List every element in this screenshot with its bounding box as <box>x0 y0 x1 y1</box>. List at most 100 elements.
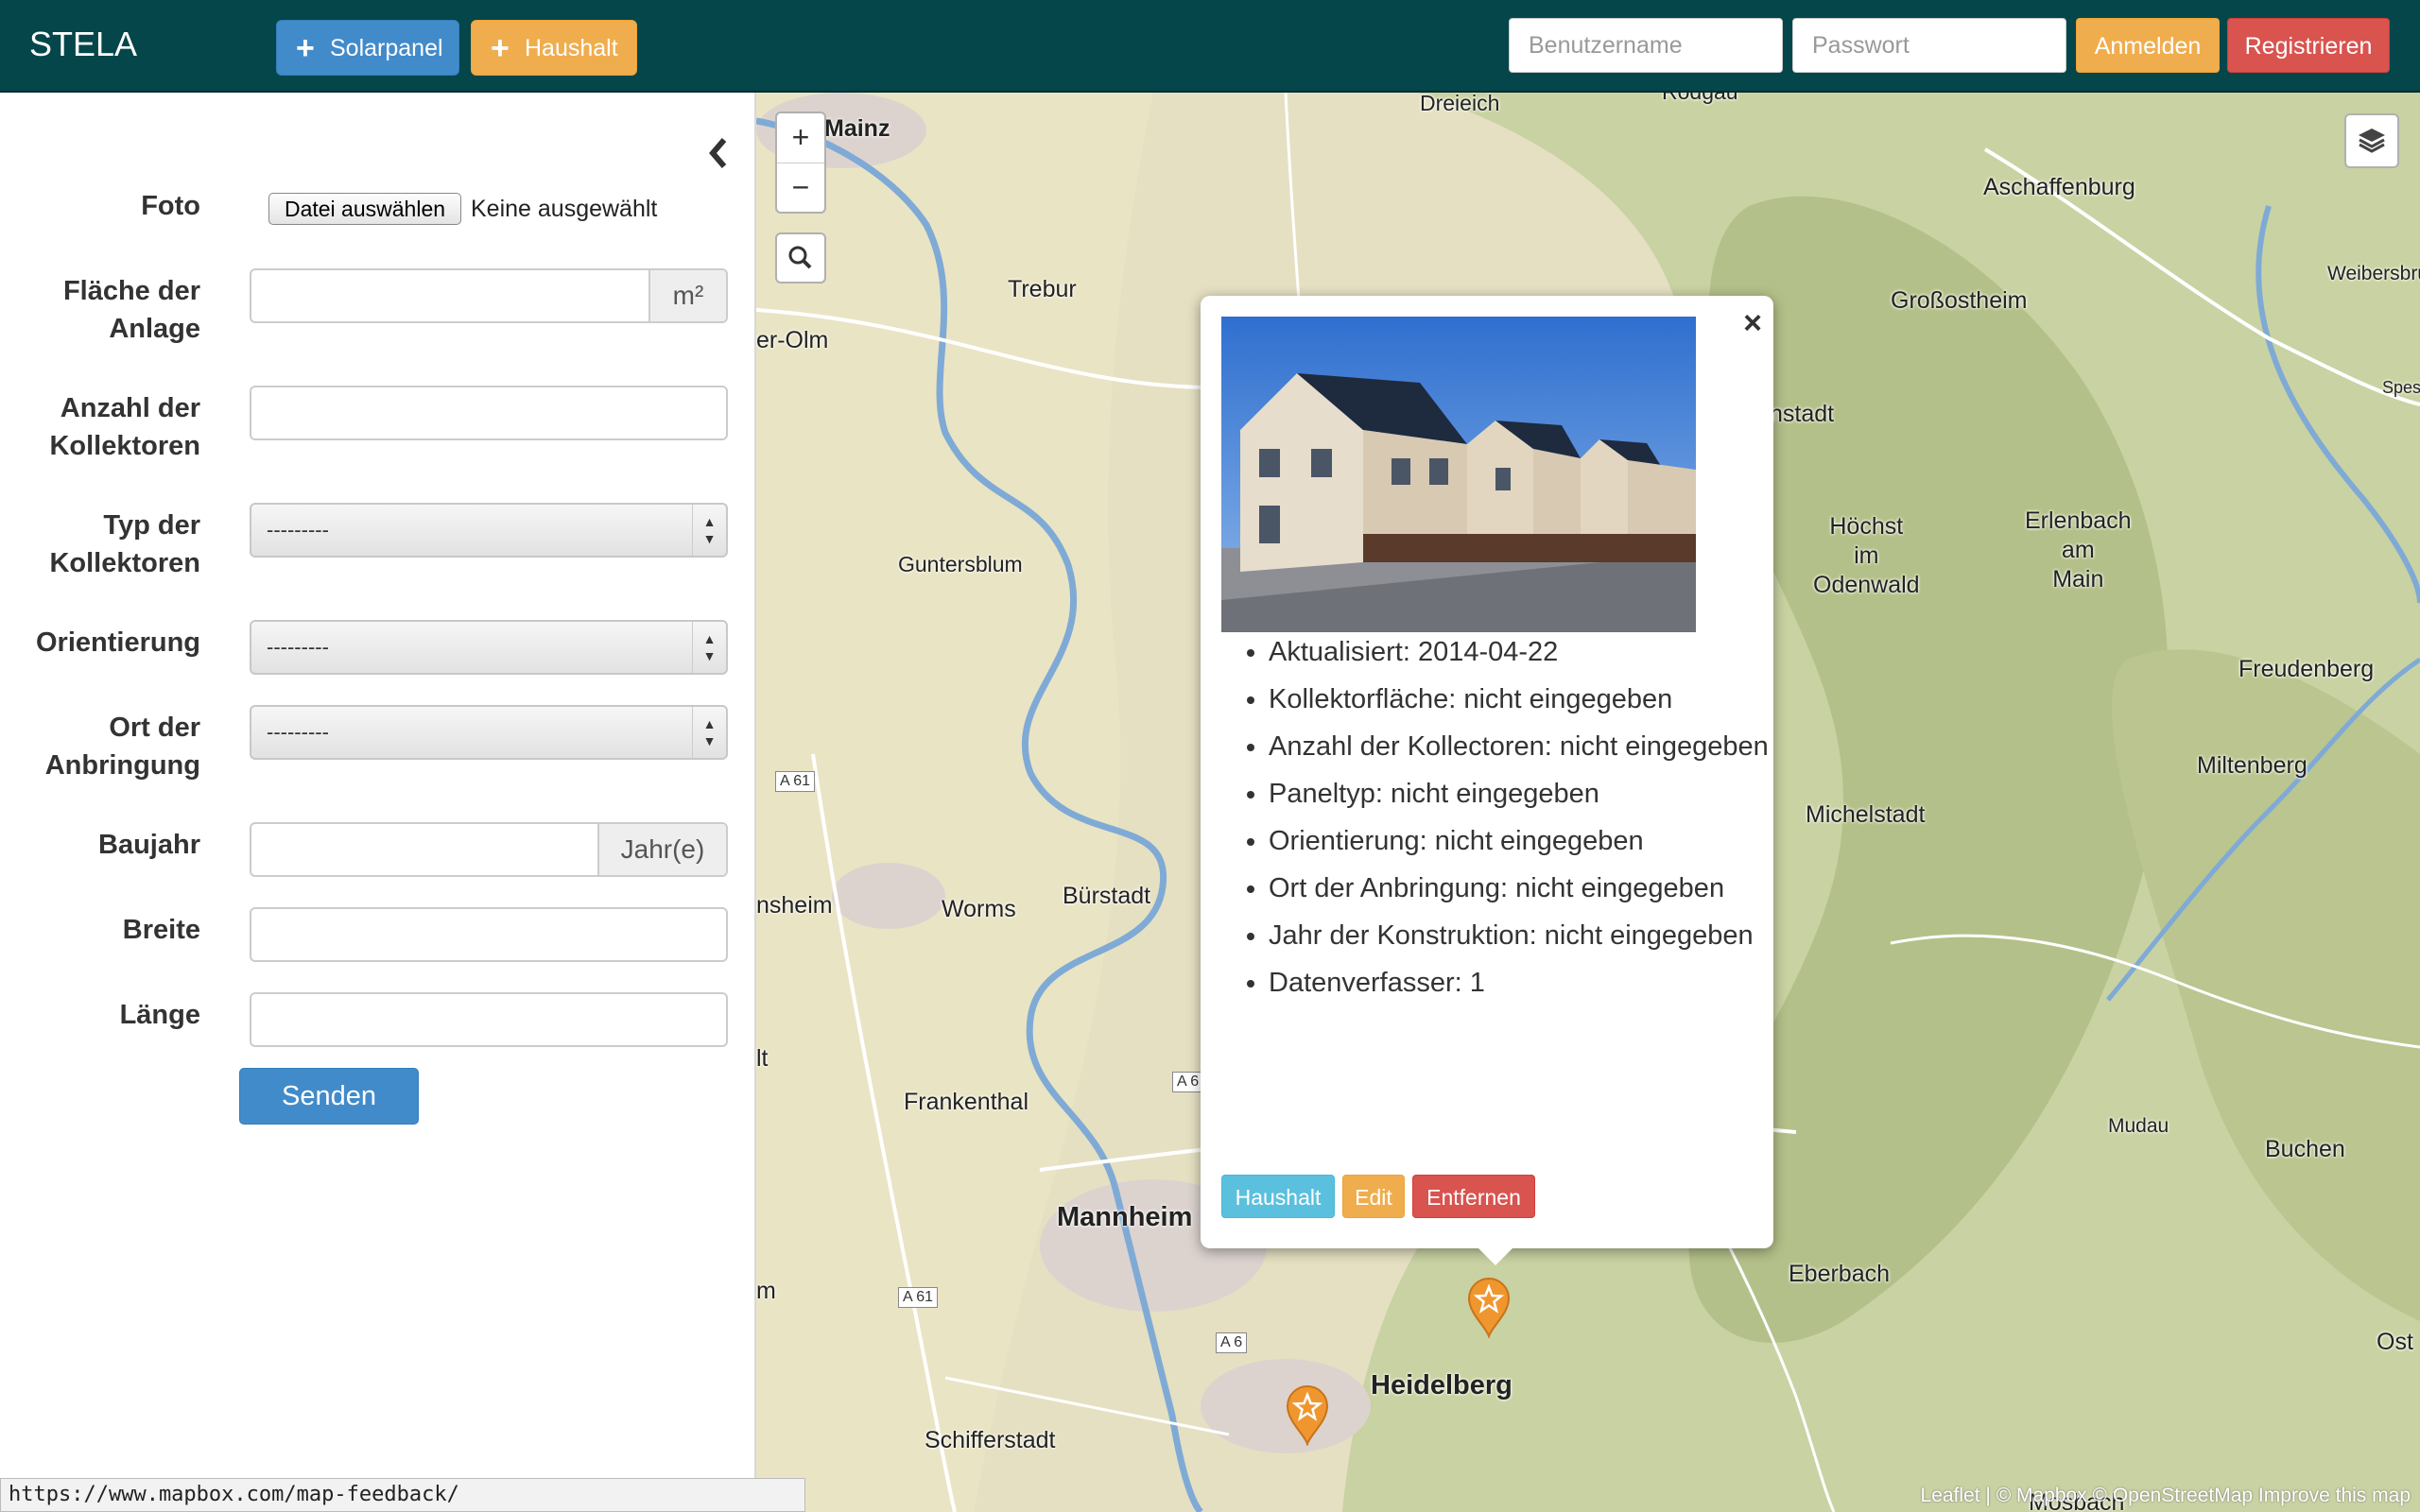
road-shield: A 61 <box>775 771 816 792</box>
register-button[interactable]: Registrieren <box>2227 18 2390 73</box>
zoom-out-button[interactable]: − <box>777 163 824 213</box>
add-solarpanel-button[interactable]: + Solarpanel <box>276 20 459 76</box>
place-label: Heidelberg <box>1371 1370 1512 1400</box>
place-label: Großostheim <box>1891 287 2028 314</box>
place-label: Ost <box>2377 1329 2413 1355</box>
photo-label: Foto <box>141 191 200 221</box>
list-item: Aktualisiert: 2014-04-22 <box>1269 628 1798 676</box>
layers-control-button[interactable] <box>2344 113 2399 168</box>
add-solarpanel-label: Solarpanel <box>330 35 443 61</box>
place-label: Mannheim <box>1057 1202 1193 1232</box>
place-label: Michelstadt <box>1806 801 1926 828</box>
orientation-label: Orientierung <box>35 627 200 658</box>
add-household-label: Haushalt <box>525 35 618 61</box>
orientation-select[interactable]: --------- ▲ ▼ <box>250 620 728 675</box>
place-label: Bürstadt <box>1063 883 1151 909</box>
longitude-label: Länge <box>119 1000 200 1030</box>
area-label-line1: Fläche der <box>62 276 200 306</box>
place-label: Trebur <box>1008 276 1077 302</box>
place-label-line: Main <box>2052 566 2104 593</box>
list-item: Jahr der Konstruktion: nicht eingegeben <box>1269 912 1798 959</box>
place-label: Weibersbrunn <box>2327 263 2420 284</box>
map-attribution[interactable]: Leaflet | © Mapbox © OpenStreetMap Impro… <box>1911 1480 2420 1512</box>
map-search-button[interactable] <box>775 232 826 284</box>
latitude-input[interactable] <box>250 907 728 962</box>
collector-type-label-line2: Kollektoren <box>49 548 200 578</box>
area-input[interactable]: m² <box>250 268 728 323</box>
password-input[interactable]: Passwort <box>1792 18 2066 73</box>
household-button[interactable]: Haushalt <box>1221 1175 1335 1218</box>
place-label-erlenbach: Erlenbach am Main <box>2025 507 2132 594</box>
file-choose-button[interactable]: Datei auswählen <box>268 193 461 225</box>
select-arrows-icon: ▲ ▼ <box>692 505 726 556</box>
collector-type-label-line1: Typ der <box>103 510 200 541</box>
place-label: er-Olm <box>756 327 829 353</box>
area-label: Fläche der Anlage <box>0 272 200 348</box>
collapse-sidebar-chevron-left-icon[interactable] <box>703 134 732 172</box>
mount-location-select[interactable]: --------- ▲ ▼ <box>250 705 728 760</box>
place-label: nstadt <box>1770 401 1835 427</box>
place-label: Spessart <box>2382 378 2420 397</box>
remove-button[interactable]: Entfernen <box>1412 1175 1535 1218</box>
list-item: Datenverfasser: 1 <box>1269 959 1798 1006</box>
road-shield: A 61 <box>898 1287 939 1308</box>
top-navbar: STELA + Solarpanel + Haushalt Benutzerna… <box>0 0 2420 93</box>
place-label: Mudau <box>2108 1115 2169 1137</box>
file-status: Keine ausgewählt <box>471 196 658 222</box>
list-item: Kollektorfläche: nicht eingegeben <box>1269 676 1798 723</box>
marker-popup: × • Aktualisiert: 2014-04-22 • Kollektor… <box>1201 296 1773 1265</box>
place-label: Worms <box>942 896 1016 922</box>
place-label: Guntersblum <box>898 552 1023 576</box>
collector-type-select[interactable]: --------- ▲ ▼ <box>250 503 728 558</box>
place-label-line: Höchst <box>1829 513 1904 540</box>
login-button[interactable]: Anmelden <box>2076 18 2220 73</box>
longitude-input[interactable] <box>250 992 728 1047</box>
place-label-line: im <box>1854 542 1879 569</box>
collector-count-label: Anzahl der Kollektoren <box>0 389 200 465</box>
plus-icon: + <box>491 30 510 66</box>
edit-button[interactable]: Edit <box>1342 1175 1405 1218</box>
mount-location-label: Ort der Anbringung <box>0 709 200 784</box>
year-label: Baujahr <box>98 830 200 860</box>
plus-icon: + <box>296 30 315 66</box>
year-input[interactable]: Jahr(e) <box>250 822 728 877</box>
layers-icon <box>2359 129 2385 153</box>
place-label: Miltenberg <box>2197 752 2308 779</box>
place-label-line: Odenwald <box>1813 572 1920 598</box>
place-label: m <box>756 1278 776 1304</box>
place-label: Schifferstadt <box>925 1427 1056 1453</box>
solarpanel-marker[interactable] <box>1465 1278 1512 1340</box>
latitude-label: Breite <box>122 915 200 945</box>
zoom-in-button[interactable]: + <box>777 113 824 163</box>
brand-logo[interactable]: STELA <box>29 25 137 64</box>
place-label-line: Erlenbach <box>2025 507 2132 534</box>
mount-label-line2: Anbringung <box>44 750 200 781</box>
place-label: Mainz <box>824 115 890 142</box>
browser-status-url: https://www.mapbox.com/map-feedback/ <box>0 1478 805 1512</box>
solarpanel-marker[interactable] <box>1284 1385 1331 1448</box>
star-marker-icon <box>1286 1385 1329 1448</box>
submit-button[interactable]: Senden <box>239 1068 419 1125</box>
search-icon <box>788 246 812 269</box>
place-label: Aschaffenburg <box>1983 174 2135 200</box>
collector-count-label-line1: Anzahl der <box>60 393 200 423</box>
place-label: Frankenthal <box>904 1089 1029 1115</box>
place-label: lt <box>756 1045 769 1072</box>
map-view[interactable]: Mainz Dreieich Rodgau Aschaffenburg Weib… <box>756 93 2420 1512</box>
year-unit-addon: Jahr(e) <box>597 824 726 875</box>
place-label: Dreieich <box>1420 93 1500 115</box>
place-label: nsheim <box>756 892 833 919</box>
mount-location-value: --------- <box>267 720 329 744</box>
collector-type-label: Typ der Kollektoren <box>0 507 200 582</box>
select-arrows-icon: ▲ ▼ <box>692 622 726 673</box>
place-label: Freudenberg <box>2238 656 2375 682</box>
select-arrows-icon: ▲ ▼ <box>692 707 726 758</box>
mount-label-line1: Ort der <box>109 713 200 743</box>
area-label-line2: Anlage <box>109 314 200 344</box>
add-household-button[interactable]: + Haushalt <box>471 20 637 76</box>
solar-house-photo <box>1221 317 1696 632</box>
list-item: Anzahl der Kollectoren: nicht eingegeben <box>1269 723 1798 770</box>
close-icon[interactable]: × <box>1743 305 1762 342</box>
collector-count-input[interactable] <box>250 386 728 440</box>
username-input[interactable]: Benutzername <box>1509 18 1783 73</box>
